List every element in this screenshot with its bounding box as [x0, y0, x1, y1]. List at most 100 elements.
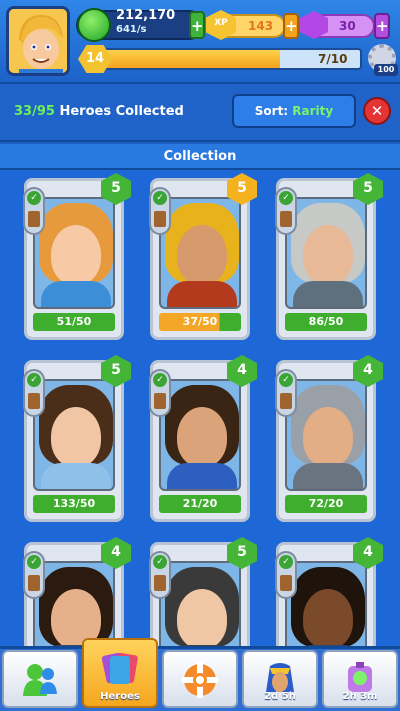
star-level: 5 [363, 180, 373, 196]
hero-face [51, 407, 101, 467]
check-icon: ✓ [153, 555, 167, 569]
item-icon [28, 211, 40, 227]
sort-value: Rarity [292, 104, 334, 118]
card-progress: 21/20 [159, 495, 241, 513]
hero-status-column: ✓ [149, 187, 171, 235]
hero-card[interactable]: ✓ 5 133/50 [23, 355, 131, 522]
tab-event-pod[interactable]: 2h 3m [322, 650, 398, 708]
tab-event-pharaoh-timer: 2d 5h [264, 691, 296, 702]
level-progress-text: 7/10 [318, 52, 348, 66]
hero-status-column: ✓ [275, 369, 297, 417]
star-level: 4 [363, 544, 373, 560]
star-level: 5 [237, 180, 247, 196]
hero-status-column: ✓ [149, 551, 171, 599]
hero-portrait [159, 197, 241, 309]
hero-face [177, 589, 227, 646]
check-icon: ✓ [27, 373, 41, 387]
hero-card[interactable]: ✓ 4 [23, 537, 131, 646]
collected-label: Heroes Collected [59, 104, 184, 119]
card-progress: 72/20 [285, 495, 367, 513]
item-icon [280, 393, 292, 409]
hero-portrait [159, 561, 241, 646]
hero-card[interactable]: ✓ 5 [149, 537, 257, 646]
heroes-collected: 33/95 Heroes Collected [14, 104, 184, 119]
tab-rescue[interactable] [162, 650, 238, 708]
hero-body [167, 463, 237, 489]
item-icon [28, 575, 40, 591]
star-level: 4 [111, 544, 121, 560]
item-icon [280, 211, 292, 227]
hero-card[interactable]: ✓ 4 [275, 537, 383, 646]
lifebuoy-icon [182, 662, 218, 698]
hero-body [293, 281, 363, 307]
hero-status-column: ✓ [23, 551, 45, 599]
star-level: 4 [363, 362, 373, 378]
tab-event-pharaoh[interactable]: 2d 5h [242, 650, 318, 708]
hero-portrait [159, 379, 241, 491]
hero-face [303, 225, 353, 285]
hero-status-column: ✓ [23, 369, 45, 417]
hero-portrait [285, 379, 367, 491]
card-progress: 37/50 [159, 313, 241, 331]
add-cash-button[interactable]: + [189, 11, 205, 39]
hero-portrait [33, 379, 115, 491]
hero-body [293, 463, 363, 489]
hero-face [177, 225, 227, 285]
check-icon: ✓ [153, 191, 167, 205]
hero-card[interactable]: ✓ 4 72/20 [275, 355, 383, 522]
hero-grid: ✓ 5 51/50 ✓ 5 37/50 ✓ 5 86/50 ✓ 5 133/50 ✓ 4 21/20 ✓ 4 72… [0, 170, 400, 646]
star-level: 4 [237, 362, 247, 378]
check-icon: ✓ [279, 373, 293, 387]
star-level: 5 [111, 180, 121, 196]
item-icon [28, 393, 40, 409]
card-progress: 133/50 [33, 495, 115, 513]
hero-status-column: ✓ [275, 187, 297, 235]
close-button[interactable]: ✕ [363, 97, 391, 125]
hero-face [51, 225, 101, 285]
collected-count: 33/95 [14, 104, 55, 119]
card-progress: 51/50 [33, 313, 115, 331]
hero-card[interactable]: ✓ 5 51/50 [23, 173, 131, 340]
section-title: Collection [0, 144, 400, 170]
people-icon [23, 664, 57, 696]
check-icon: ✓ [27, 555, 41, 569]
hero-face [303, 589, 353, 646]
player-avatar[interactable] [6, 6, 70, 76]
hero-face [303, 407, 353, 467]
item-icon [154, 211, 166, 227]
check-icon: ✓ [279, 191, 293, 205]
star-level: 5 [237, 544, 247, 560]
tab-heroes[interactable]: Heroes [82, 638, 158, 708]
sort-prefix: Sort: [254, 104, 289, 118]
hero-portrait [33, 197, 115, 309]
star-level: 5 [111, 362, 121, 378]
settings-badge: 100 [374, 64, 398, 76]
sort-button[interactable]: Sort: Rarity [232, 94, 356, 128]
item-icon [280, 575, 292, 591]
avatar-icon [9, 9, 67, 73]
hero-card[interactable]: ✓ 5 86/50 [275, 173, 383, 340]
xp-amount: 143 [248, 19, 274, 33]
cash-icon [77, 8, 111, 42]
hero-face [177, 407, 227, 467]
level-number: 14 [85, 51, 105, 66]
tab-event-pod-timer: 2h 3m [342, 691, 378, 702]
hero-portrait [285, 197, 367, 309]
add-gems-button[interactable]: + [374, 13, 390, 39]
check-icon: ✓ [153, 373, 167, 387]
check-icon: ✓ [279, 555, 293, 569]
hero-body [167, 281, 237, 307]
check-icon: ✓ [27, 191, 41, 205]
cards-icon [101, 652, 138, 684]
hero-portrait [33, 561, 115, 646]
level-progress-fill [92, 50, 280, 68]
tab-social[interactable] [2, 650, 78, 708]
hero-card[interactable]: ✓ 4 21/20 [149, 355, 257, 522]
hero-card[interactable]: ✓ 5 37/50 [149, 173, 257, 340]
card-progress: 86/50 [285, 313, 367, 331]
item-icon [154, 393, 166, 409]
hero-body [41, 463, 111, 489]
hero-status-column: ✓ [23, 187, 45, 235]
hero-body [41, 281, 111, 307]
add-xp-button[interactable]: + [283, 13, 299, 39]
